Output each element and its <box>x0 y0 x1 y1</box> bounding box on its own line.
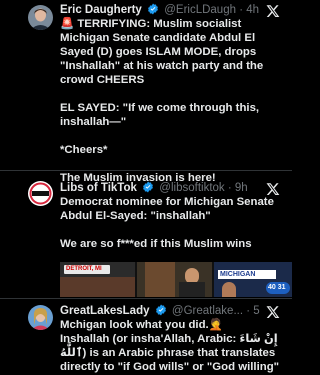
media-location-label: DETROIT, MI <box>66 266 102 272</box>
author-handle[interactable]: @Greatlake... <box>172 305 243 317</box>
post-paragraph: Mchigan look what you did.🤦 <box>60 319 223 331</box>
post-1[interactable]: Eric Daugherty @EricLDaugh · 4h 🚨 TERRIF… <box>0 0 292 185</box>
post-time[interactable]: · 9h <box>228 182 248 194</box>
post-header: Libs of TikTok @libsoftiktok · 9h <box>60 181 260 195</box>
verified-badge-icon <box>143 181 154 193</box>
post-time[interactable]: · 5h <box>246 305 260 317</box>
verified-badge-icon <box>155 304 166 316</box>
x-logo-icon <box>266 5 280 17</box>
author-handle[interactable]: @EricLDaugh <box>164 4 236 16</box>
author-name[interactable]: Eric Daugherty <box>60 4 142 16</box>
post-paragraph: Democrat nominee for Michigan Senate Abd… <box>60 196 274 222</box>
post-text: Democrat nominee for Michigan Senate Abd… <box>60 195 282 251</box>
post-paragraph: EL SAYED: "If we come through this, insh… <box>60 102 260 128</box>
verified-badge-icon <box>148 3 158 15</box>
post-header: GreatLakesLady @Greatlake... · 5h <box>60 304 260 318</box>
post-header: Eric Daugherty @EricLDaugh · 4h <box>60 3 260 17</box>
video-thumbnail[interactable]: DETROIT, MI <box>60 262 135 297</box>
post-paragraph: We are so f***ed if this Muslim wins <box>60 238 252 250</box>
author-name[interactable]: Libs of TikTok <box>60 182 137 194</box>
post-paragraph: *Cheers* <box>60 144 108 156</box>
post-paragraph: Inshallah (or insha'Allah, Arabic: إِنْ … <box>60 333 280 373</box>
media-score-label: 40 31 <box>268 284 286 291</box>
video-thumbnail[interactable]: MICHIGAN 40 31 <box>214 262 292 297</box>
post-text: Mchigan look what you did.🤦 Inshallah (o… <box>60 318 282 374</box>
avatar[interactable] <box>28 5 53 30</box>
author-name[interactable]: GreatLakesLady <box>60 305 150 317</box>
post-text: 🚨 TERRIFYING: Muslim socialist Michigan … <box>60 17 282 185</box>
post-paragraph: 🚨 TERRIFYING: Muslim socialist Michigan … <box>60 18 264 86</box>
post-video-thumbnails[interactable]: DETROIT, MI MICHIGAN 40 31 <box>60 262 292 297</box>
x-logo-icon <box>266 306 280 318</box>
author-handle[interactable]: @libsoftiktok <box>159 182 224 194</box>
post-3[interactable]: GreatLakesLady @Greatlake... · 5h Mchiga… <box>0 299 292 375</box>
post-time[interactable]: · 4h <box>239 4 259 16</box>
video-thumbnail[interactable] <box>137 262 212 297</box>
x-logo-icon <box>266 183 280 195</box>
avatar[interactable] <box>28 305 53 330</box>
avatar[interactable] <box>28 181 53 206</box>
media-banner-label: MICHIGAN <box>220 271 256 278</box>
